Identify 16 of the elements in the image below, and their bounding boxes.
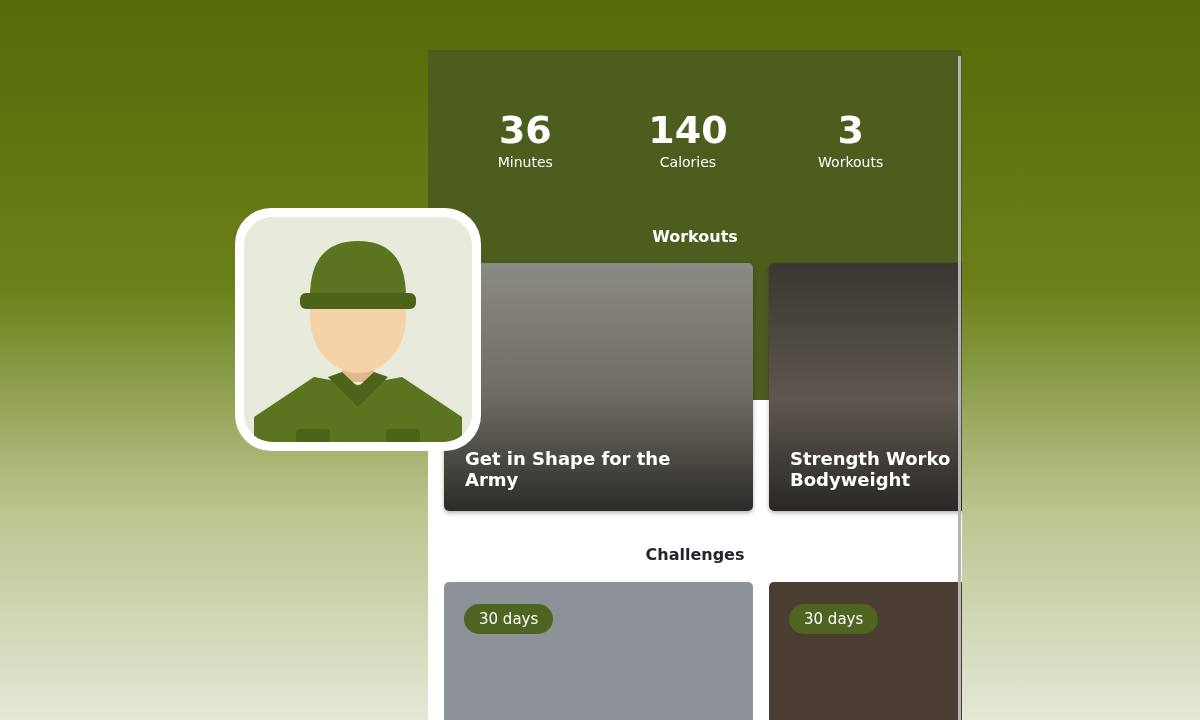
stat-value: 3 bbox=[837, 110, 864, 152]
workout-card[interactable]: Strength Worko Bodyweight bbox=[769, 262, 962, 511]
section-heading: Workouts bbox=[651, 225, 739, 248]
workout-title: Strength Worko Bodyweight bbox=[790, 449, 952, 491]
challenge-card[interactable]: 30 days bbox=[769, 581, 962, 720]
stat-label: Workouts bbox=[818, 152, 884, 172]
challenge-card[interactable]: 30 days bbox=[444, 581, 753, 720]
workout-title: Get in Shape for the Army bbox=[465, 449, 672, 491]
stat-label: Minutes bbox=[497, 152, 553, 172]
duration-badge: 30 days bbox=[464, 603, 554, 635]
stat-value: 36 bbox=[498, 110, 552, 152]
section-heading: Challenges bbox=[644, 543, 746, 566]
stat-label: Calories bbox=[659, 152, 717, 172]
workout-card[interactable]: Get in Shape for the Army bbox=[444, 262, 753, 511]
duration-badge: 30 days bbox=[789, 603, 879, 635]
stat-value: 140 bbox=[648, 110, 728, 152]
